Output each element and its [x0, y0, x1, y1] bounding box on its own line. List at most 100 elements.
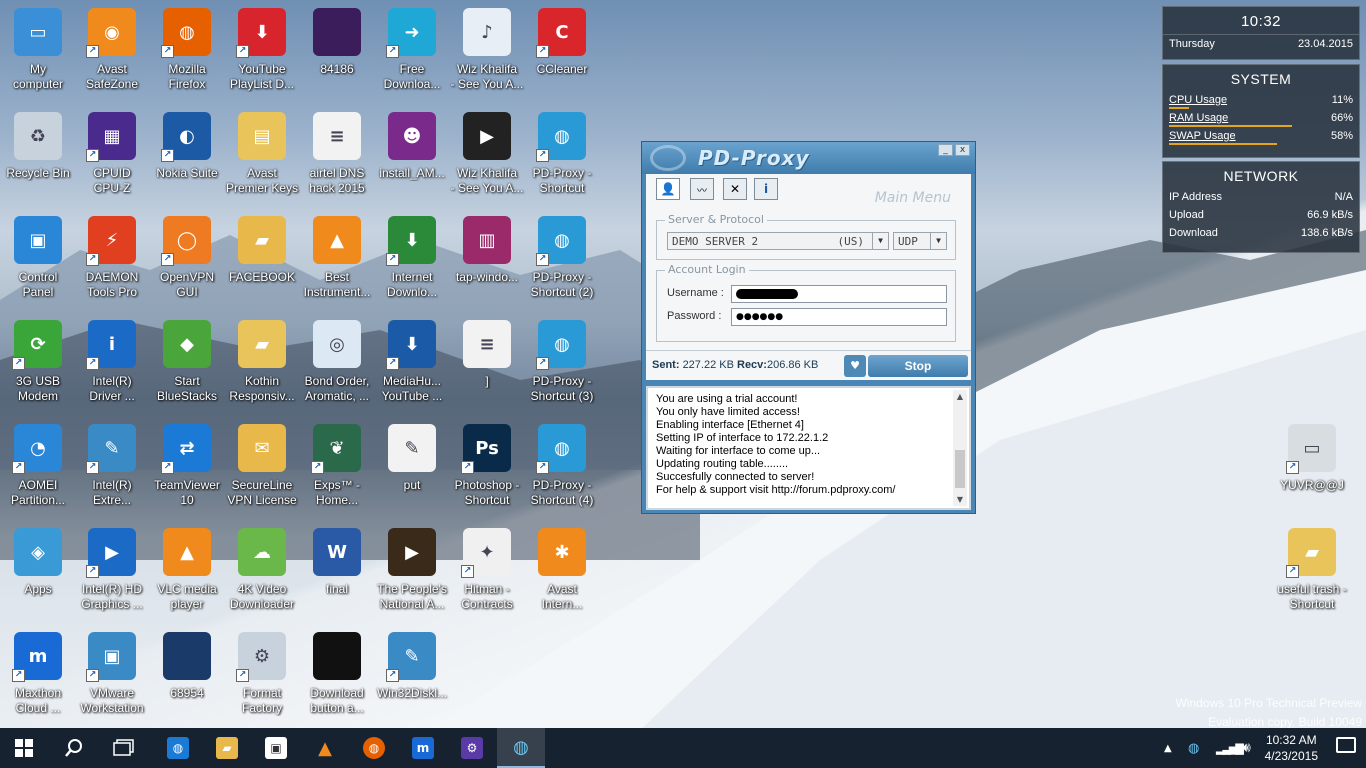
desktop-icon-label: PD-Proxy - Shortcut (2) — [530, 270, 594, 299]
desktop-icon[interactable]: ▲ Best Instrument... — [299, 212, 375, 312]
log-line: Updating routing table........ — [656, 458, 789, 470]
desktop-icon[interactable]: ▰ Kothin Responsiv... — [224, 316, 300, 416]
desktop-icon[interactable]: Download button a... — [299, 628, 375, 728]
scroll-thumb[interactable] — [955, 450, 965, 488]
log-scrollbar[interactable]: ▲ ▼ — [953, 390, 967, 506]
taskbar-store[interactable]: ▣ — [252, 728, 300, 768]
desktop-icon[interactable]: ▣ ↗ VMware Workstation — [74, 628, 150, 728]
desktop-icon[interactable]: ⬇ ↗ Internet Downlo... — [374, 212, 450, 312]
desktop-icon[interactable]: ✉ SecureLine VPN License — [224, 420, 300, 520]
tab-account[interactable]: 👤 — [656, 178, 680, 200]
desktop-icon[interactable]: i ↗ Intel(R) Driver ... — [74, 316, 150, 416]
desktop-icon[interactable]: 68954 — [149, 628, 225, 728]
taskbar-vlc[interactable]: ▲ — [301, 728, 349, 768]
desktop-icon[interactable]: ◍ ↗ PD-Proxy - Shortcut (2) — [524, 212, 600, 312]
desktop-icon[interactable]: ▶ The People's National A... — [374, 524, 450, 624]
shortcut-arrow-icon: ↗ — [311, 461, 324, 474]
log-line: Enabling interface [Ethernet 4] — [656, 419, 804, 431]
desktop-icon[interactable]: ◈ Apps — [0, 524, 76, 624]
desktop-icon[interactable]: ☻ install_AM... — [374, 108, 450, 208]
desktop-icon[interactable]: ⚙ ↗ Format Factory — [224, 628, 300, 728]
desktop-icon[interactable]: ♪ Wiz Khalifa - See You A... — [449, 4, 525, 104]
desktop-icon-label: My computer — [12, 62, 64, 91]
start-button[interactable] — [0, 728, 48, 768]
shortcut-arrow-icon: ↗ — [536, 461, 549, 474]
password-field[interactable]: ●●●●●● — [731, 308, 947, 326]
desktop-icon[interactable]: ▤ Avast Premier Keys — [224, 108, 300, 208]
desktop-icon[interactable]: ◍ ↗ Mozilla Firefox — [149, 4, 225, 104]
desktop-icon[interactable]: ▶ ↗ Intel(R) HD Graphics ... — [74, 524, 150, 624]
desktop-icon[interactable]: ◔ ↗ AOMEI Partition... — [0, 420, 76, 520]
desktop-icon[interactable]: ✦ ↗ Hitman - Contracts — [449, 524, 525, 624]
desktop-icon[interactable]: m ↗ Maxthon Cloud ... — [0, 628, 76, 728]
tab-monitor[interactable]: 〰 — [690, 178, 714, 200]
desktop-icon[interactable]: ☁ 4K Video Downloader — [224, 524, 300, 624]
minimize-button[interactable]: _ — [938, 144, 953, 156]
stop-button[interactable]: Stop — [868, 355, 968, 377]
taskbar-maxthon[interactable]: m — [399, 728, 447, 768]
volume-icon[interactable]: 🔊︎ — [1242, 728, 1251, 768]
desktop-icon[interactable]: ⇄ ↗ TeamViewer 10 — [149, 420, 225, 520]
pdproxy-titlebar[interactable]: PD-Proxy _ x — [642, 142, 975, 174]
taskbar-firefox[interactable]: ◍ — [350, 728, 398, 768]
desktop-icon[interactable]: ⬇ ↗ MediaHu... YouTube ... — [374, 316, 450, 416]
desktop-icon[interactable]: ◍ ↗ PD-Proxy - Shortcut (4) — [524, 420, 600, 520]
desktop-icon[interactable]: ⚡ ↗ DAEMON Tools Pro — [74, 212, 150, 312]
tray-pdproxy-icon[interactable]: ◍ — [1188, 728, 1199, 768]
desktop-icon[interactable]: ≡ airtel DNS hack 2015 — [299, 108, 375, 208]
action-center-icon[interactable] — [1336, 737, 1356, 753]
search-button[interactable] — [50, 728, 98, 768]
desktop-icon[interactable]: ◍ ↗ PD-Proxy - Shortcut (3) — [524, 316, 600, 416]
desktop-icon[interactable]: ▥ tap-windo... — [449, 212, 525, 312]
desktop-icon[interactable]: 84186 — [299, 4, 375, 104]
taskbar-clock[interactable]: 10:32 AM 4/23/2015 — [1265, 732, 1318, 764]
network-widget: NETWORK IP Address N/A Upload 66.9 kB/s Down… — [1162, 161, 1360, 253]
taskbar-pdproxy[interactable]: ◍ — [497, 728, 545, 768]
desktop-icon[interactable]: ◯ ↗ OpenVPN GUI — [149, 212, 225, 312]
desktop-icon[interactable]: ⟳ ↗ 3G USB Modem — [0, 316, 76, 416]
desktop-icon[interactable]: ◎ Bond Order, Aromatic, ... — [299, 316, 375, 416]
desktop-icon-label: Control Panel — [18, 270, 58, 299]
taskbar-settings[interactable]: ⚙ — [448, 728, 496, 768]
desktop-icon[interactable]: ❦ ↗ Exps™ - Home... — [299, 420, 375, 520]
desktop-icon[interactable]: ≡] — [449, 316, 525, 416]
favorite-heart-icon[interactable]: ♥ — [844, 355, 866, 377]
desktop-icon[interactable]: ✱ Avast Intern... — [524, 524, 600, 624]
server-select[interactable]: DEMO SERVER 2 (US) ▼ — [667, 232, 889, 250]
desktop-icon[interactable]: ▣ Control Panel — [0, 212, 76, 312]
taskbar-ie[interactable]: ◍ — [154, 728, 202, 768]
tab-tools[interactable]: ✕ — [723, 178, 747, 200]
desktop-icon[interactable]: Wfinal — [299, 524, 375, 624]
close-button[interactable]: x — [955, 144, 970, 156]
desktop-icon[interactable]: ▭ My computer — [0, 4, 76, 104]
desktop-icon[interactable]: ◉ ↗ Avast SafeZone — [74, 4, 150, 104]
desktop-icon[interactable]: ◍ ↗ PD-Proxy - Shortcut — [524, 108, 600, 208]
scroll-down-icon[interactable]: ▼ — [953, 495, 967, 504]
desktop-icon[interactable]: ◆ Start BlueStacks — [149, 316, 225, 416]
protocol-select[interactable]: UDP ▼ — [893, 232, 947, 250]
desktop-icon[interactable]: ⬇ ↗ YouTube PlayList D... — [224, 4, 300, 104]
desktop-icon[interactable]: ♻ Recycle Bin — [0, 108, 76, 208]
tray-overflow-icon[interactable]: ▲ — [1164, 728, 1172, 768]
desktop-icon[interactable]: ▦ ↗ CPUID CPU-Z — [74, 108, 150, 208]
desktop-icon[interactable]: ✎ ↗ Intel(R) Extre... — [74, 420, 150, 520]
desktop-icon[interactable]: Ps ↗ Photoshop - Shortcut — [449, 420, 525, 520]
tab-info[interactable]: i — [754, 178, 778, 200]
scroll-up-icon[interactable]: ▲ — [953, 392, 967, 401]
desktop-icon[interactable]: ➜ ↗ Free Downloa... — [374, 4, 450, 104]
desktop-icon[interactable]: ▶ Wiz Khalifa - See You A... — [449, 108, 525, 208]
network-signal-icon[interactable]: ▂▃▅▇ — [1216, 728, 1244, 768]
desktop-icon[interactable]: ✎ put — [374, 420, 450, 520]
desktop-icon[interactable]: ◐ ↗ Nokia Suite — [149, 108, 225, 208]
desktop-icon[interactable]: C ↗ CCleaner — [524, 4, 600, 104]
task-view-button[interactable] — [100, 728, 148, 768]
desktop-icon[interactable]: ▭ ↗ YUVR@@J — [1274, 420, 1350, 520]
username-field[interactable] — [731, 285, 947, 303]
taskbar-explorer[interactable]: ▰ — [203, 728, 251, 768]
connection-log[interactable]: You are using a trial account! You only h… — [646, 386, 971, 510]
shortcut-arrow-icon: ↗ — [12, 461, 25, 474]
desktop-icon[interactable]: ▲ VLC media player — [149, 524, 225, 624]
desktop-icon[interactable]: ▰ FACEBOOK — [224, 212, 300, 312]
desktop-icon[interactable]: ✎ ↗ Win32Diskl... — [374, 628, 450, 728]
desktop-icon[interactable]: ▰ ↗ useful trash - Shortcut — [1274, 524, 1350, 624]
